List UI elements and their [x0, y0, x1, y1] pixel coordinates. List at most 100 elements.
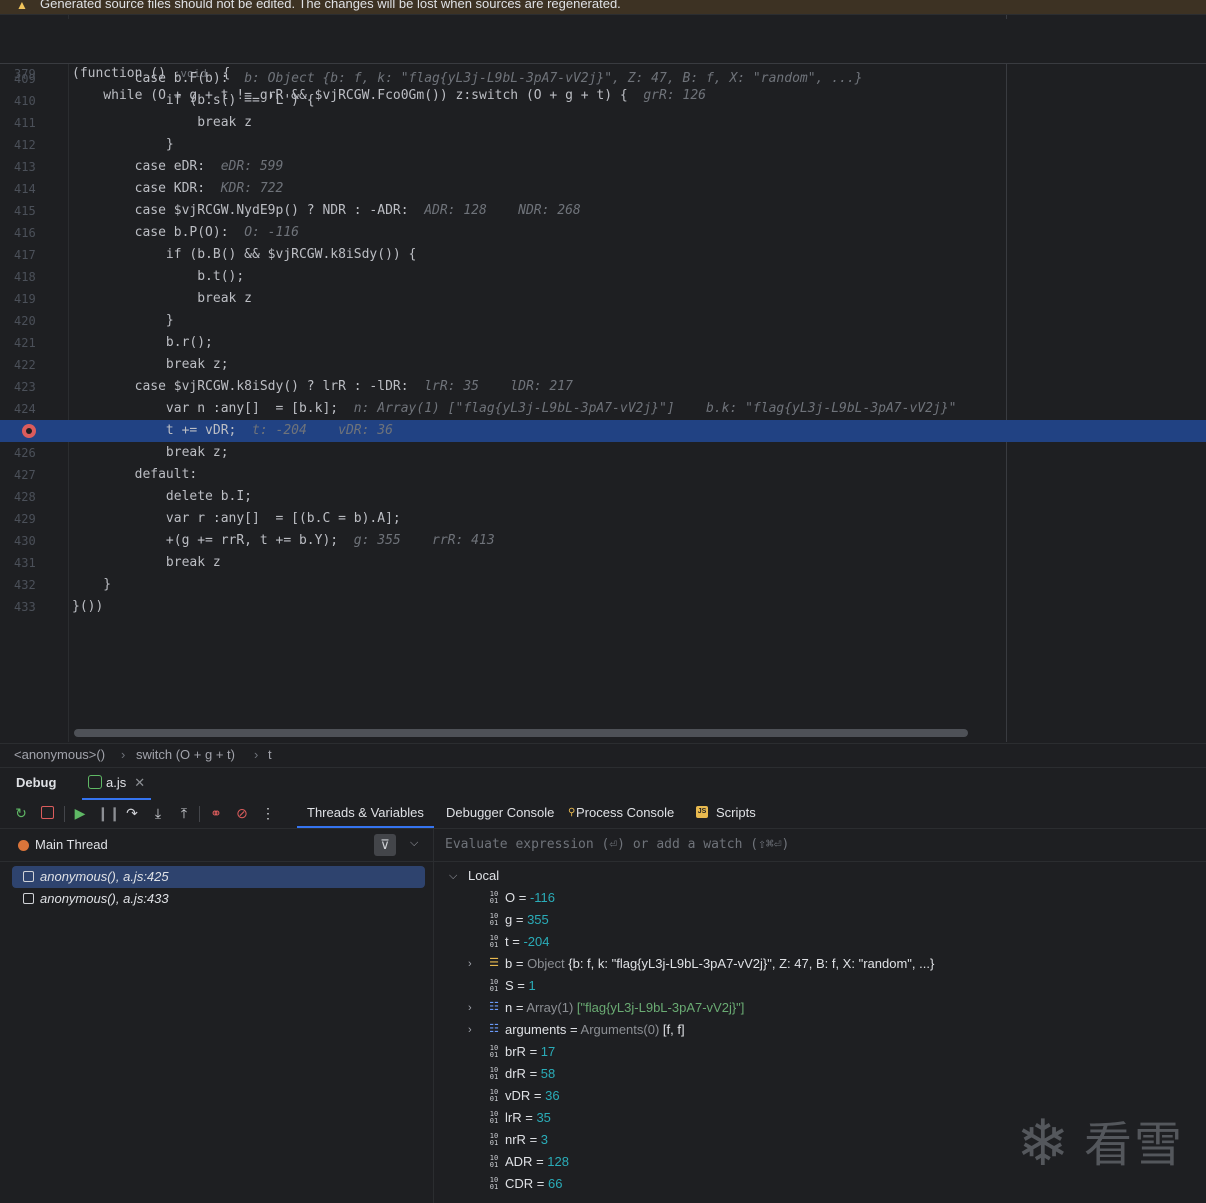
line-number: 427 [14, 468, 36, 482]
local-scope-node[interactable]: ⌵ Local [434, 865, 1206, 887]
variable-row[interactable]: 10 01 t = -204 [434, 931, 1206, 953]
js-file-icon [88, 775, 102, 789]
variable-row[interactable]: 10 01 O = -116 [434, 887, 1206, 909]
primitive-icon: 10 01 [489, 1176, 499, 1191]
pause-icon[interactable]: ❙❙ [97, 804, 120, 822]
sticky-line[interactable]: 350 (function () :void { [0, 19, 1206, 81]
code-line[interactable]: 432 } [0, 574, 1206, 596]
horizontal-scrollbar[interactable] [74, 729, 968, 737]
code-line[interactable]: 433}()) [0, 596, 1206, 618]
stack-frame[interactable]: anonymous(), a.js:433 [12, 888, 425, 910]
variable-row[interactable]: 10 01 drR = 58 [434, 1063, 1206, 1085]
variable-row[interactable]: 10 01 vDR = 36 [434, 1085, 1206, 1107]
stop-icon[interactable] [38, 804, 56, 822]
code-line[interactable]: 418 b.t(); [0, 266, 1206, 288]
close-icon[interactable]: ✕ [134, 775, 145, 790]
resume-icon[interactable]: ▶ [71, 804, 89, 822]
rerun-icon[interactable]: ↻ [12, 804, 30, 822]
code-text: }()) [72, 599, 104, 614]
variable-row[interactable]: › ☰ b = Object {b: f, k: "flag{yL3j-L9bL-3… [434, 953, 1206, 975]
variable-row[interactable]: › ☷ n = Array(1) ["flag{yL3j-L9bL-3pA7-vV2… [434, 997, 1206, 1019]
code-line[interactable]: 426 break z; [0, 442, 1206, 464]
watermark-text: 看雪 [1084, 1119, 1185, 1172]
chevron-down-icon[interactable]: ⌵ [449, 865, 457, 887]
variable-row[interactable]: 10 01 g = 355 [434, 909, 1206, 931]
chevron-right-icon[interactable]: › [468, 997, 472, 1019]
inline-value-hint: O: -116 [228, 225, 299, 240]
variable-value: 128 [547, 1154, 569, 1169]
line-number: 412 [14, 138, 36, 152]
code-line[interactable]: 420 } [0, 310, 1206, 332]
code-line[interactable]: 416 case b.P(O): O: -116 [0, 222, 1206, 244]
chevron-right-icon[interactable]: › [468, 1019, 472, 1041]
tab-scripts[interactable]: Scripts [716, 798, 756, 826]
breakpoint-icon[interactable] [22, 424, 36, 438]
code-text: case b.P(O): [72, 225, 229, 240]
variable-value: 3 [540, 1132, 549, 1147]
variable-name: O [505, 890, 516, 905]
breadcrumb-item[interactable]: switch (O + g + t) [136, 744, 235, 766]
sticky-line[interactable]: 379 while (O + g + t != grR && $vjRCGW.F… [0, 41, 1206, 103]
code-line[interactable]: 421 b.r(); [0, 332, 1206, 354]
warning-icon: ▲ [16, 0, 28, 12]
code-line[interactable]: 411 break z [0, 112, 1206, 134]
code-line[interactable]: 430 +(g += rrR, t += b.Y); g: 355 rrR: 4… [0, 530, 1206, 552]
code-editor[interactable]: 350 (function () :void { 379 while (O + … [0, 15, 1206, 742]
toolbar-divider [64, 806, 65, 822]
debug-session-tab[interactable]: a.js ✕ [82, 772, 152, 800]
thread-name: Main Thread [35, 837, 108, 852]
step-over-icon[interactable]: ↷ [123, 804, 141, 822]
code-line[interactable]: 410 if (b.s() == 'L') { [0, 90, 1206, 112]
view-breakpoints-icon[interactable]: ⚭ [207, 804, 225, 822]
code-line[interactable]: 413 case eDR: eDR: 599 [0, 156, 1206, 178]
tab-debugger-console[interactable]: Debugger Console [446, 798, 554, 826]
line-number: 423 [14, 380, 36, 394]
variable-separator: = [525, 1066, 541, 1081]
stack-frame-label: anonymous(), a.js:425 [40, 869, 169, 884]
step-out-icon[interactable]: ⤒ [175, 804, 193, 822]
code-line[interactable]: 423 case $vjRCGW.k8iSdy() ? lrR : -lDR: … [0, 376, 1206, 398]
current-execution-line[interactable]: t += vDR; t: -204 vDR: 36 [0, 420, 1206, 442]
variable-value: -204 [523, 934, 550, 949]
code-line[interactable]: 419 break z [0, 288, 1206, 310]
code-line[interactable]: 417 if (b.B() && $vjRCGW.k8iSdy()) { [0, 244, 1206, 266]
line-number: 409 [14, 72, 36, 86]
code-line[interactable]: 414 case KDR: KDR: 722 [0, 178, 1206, 200]
thread-selector[interactable]: Main Thread ⊽ ⌵ [0, 829, 433, 862]
primitive-icon: 10 01 [489, 1044, 499, 1059]
variable-separator: = [532, 1154, 548, 1169]
code-line[interactable]: 409 case b.F(b): b: Object {b: f, k: "fl… [0, 68, 1206, 90]
breadcrumb-item[interactable]: <anonymous>() [14, 744, 105, 766]
variable-row[interactable]: › ☷ arguments = Arguments(0) [f, f] [434, 1019, 1206, 1041]
code-line[interactable]: 415 case $vjRCGW.NydE9p() ? NDR : -ADR: … [0, 200, 1206, 222]
variable-row[interactable]: 10 01 S = 1 [434, 975, 1206, 997]
inline-value-hint: g: 355 rrR: 413 [338, 533, 495, 548]
code-line[interactable]: 431 break z [0, 552, 1206, 574]
step-into-icon[interactable]: ⤓ [149, 804, 167, 822]
primitive-icon: 10 01 [489, 978, 499, 993]
chevron-right-icon[interactable]: › [468, 953, 472, 975]
code-line[interactable]: 422 break z; [0, 354, 1206, 376]
variable-row[interactable]: 10 01 brR = 17 [434, 1041, 1206, 1063]
code-line[interactable]: 429 var r :any[] = [(b.C = b).A]; [0, 508, 1206, 530]
line-number: 420 [14, 314, 36, 328]
chevron-down-icon[interactable]: ⌵ [410, 837, 418, 850]
code-line[interactable]: 412 } [0, 134, 1206, 156]
more-icon[interactable]: ⋮ [259, 804, 277, 822]
variable-separator: = [515, 890, 530, 905]
object-icon: ☰ [489, 956, 499, 969]
tab-process-console[interactable]: Process Console [576, 798, 674, 826]
evaluate-expression-input[interactable]: Evaluate expression (⏎) or add a watch (… [434, 829, 1206, 862]
stack-frame[interactable]: anonymous(), a.js:425 [12, 866, 425, 888]
filter-icon[interactable]: ⊽ [374, 834, 396, 856]
breadcrumb-item[interactable]: t [268, 744, 272, 766]
tab-threads-variables[interactable]: Threads & Variables [297, 798, 434, 828]
snowflake-icon: ❄ [1016, 1107, 1070, 1179]
code-line[interactable]: 428 delete b.I; [0, 486, 1206, 508]
code-line[interactable]: 424 var n :any[] = [b.k]; n: Array(1) ["… [0, 398, 1206, 420]
mute-breakpoints-icon[interactable]: ⊘ [233, 804, 251, 822]
variable-value: -116 [529, 890, 556, 905]
sticky-lines-divider [0, 63, 1206, 64]
thread-status-icon [18, 840, 29, 851]
code-line[interactable]: 427 default: [0, 464, 1206, 486]
